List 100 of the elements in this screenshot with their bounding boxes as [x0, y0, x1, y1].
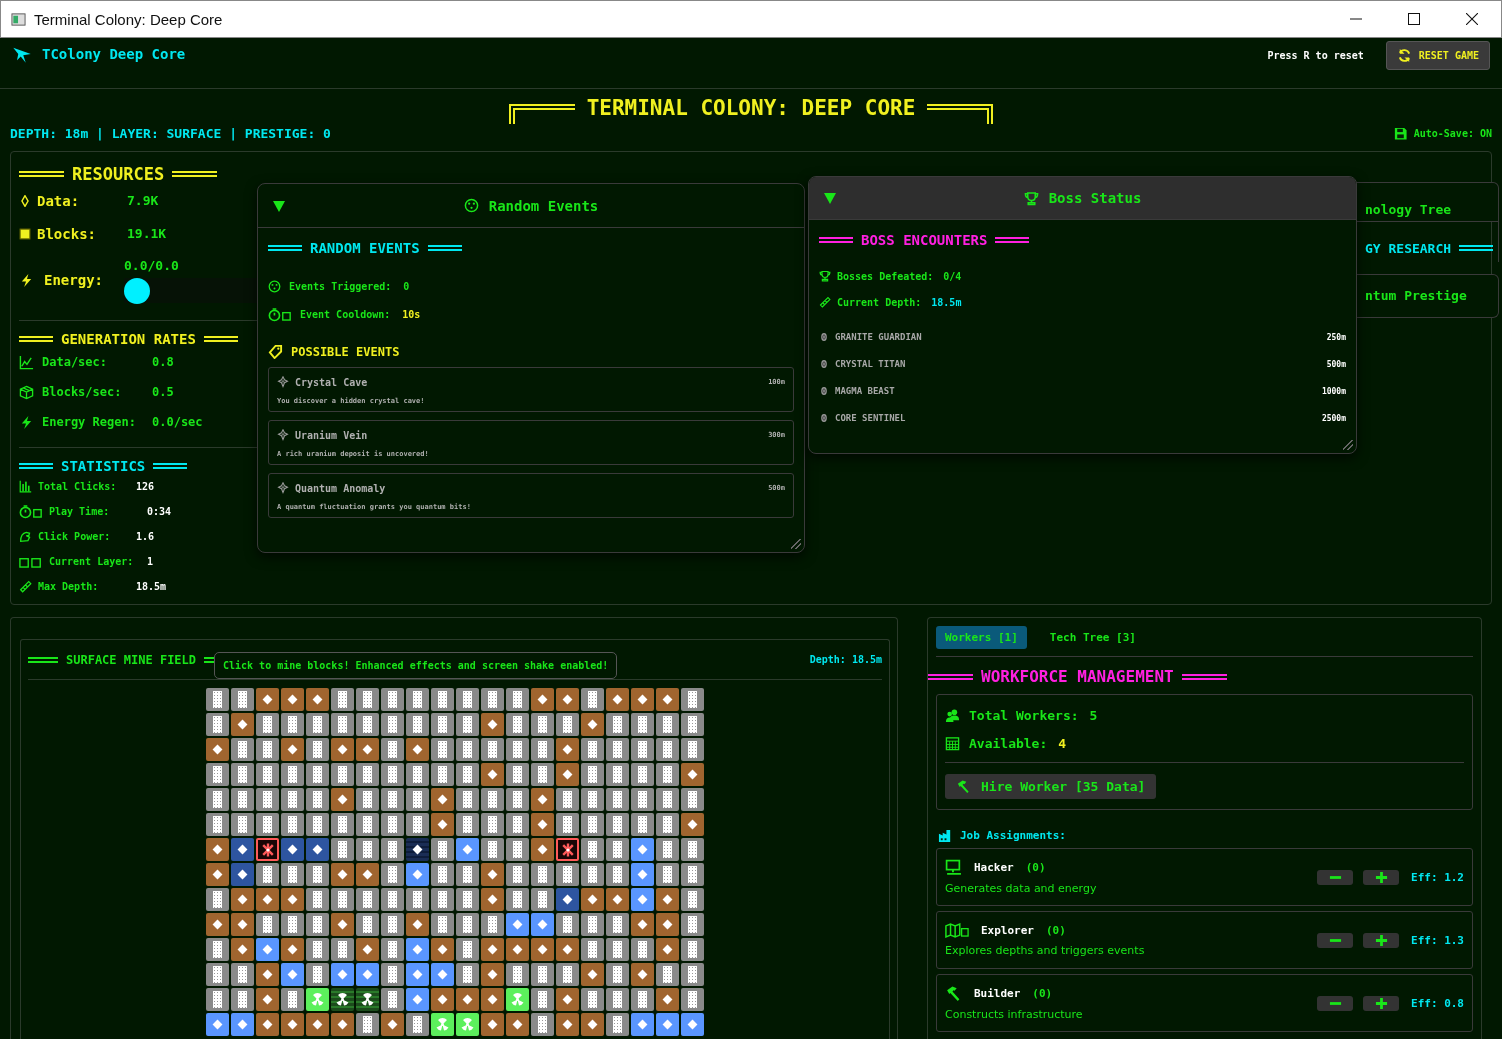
- stone-block[interactable]: [281, 788, 304, 811]
- stone-block[interactable]: [206, 888, 229, 911]
- dirt-block[interactable]: [256, 963, 279, 986]
- stone-block[interactable]: [481, 838, 504, 861]
- stone-block[interactable]: [606, 963, 629, 986]
- stone-block[interactable]: [506, 963, 529, 986]
- dirt-block[interactable]: [206, 863, 229, 886]
- stone-block[interactable]: [581, 988, 604, 1011]
- dirt-block[interactable]: [256, 888, 279, 911]
- stone-block[interactable]: [281, 763, 304, 786]
- stone-block[interactable]: [606, 813, 629, 836]
- crystal-block[interactable]: [331, 963, 354, 986]
- stone-block[interactable]: [631, 938, 654, 961]
- crystal-block[interactable]: [406, 938, 429, 961]
- stone-block[interactable]: [581, 938, 604, 961]
- stone-block[interactable]: [656, 838, 679, 861]
- stone-block[interactable]: [256, 788, 279, 811]
- dirt-block[interactable]: [606, 688, 629, 711]
- dirt-block[interactable]: [656, 988, 679, 1011]
- stone-block[interactable]: [456, 913, 479, 936]
- stone-block[interactable]: [631, 988, 654, 1011]
- stone-block[interactable]: [381, 938, 404, 961]
- stone-block[interactable]: [506, 763, 529, 786]
- stone-block[interactable]: [381, 863, 404, 886]
- stone-block[interactable]: [431, 863, 454, 886]
- stone-block[interactable]: [231, 738, 254, 761]
- stone-block[interactable]: [356, 788, 379, 811]
- stone-block[interactable]: [331, 888, 354, 911]
- stone-block[interactable]: [381, 913, 404, 936]
- stone-block[interactable]: [306, 888, 329, 911]
- stone-block[interactable]: [206, 813, 229, 836]
- stone-block[interactable]: [381, 738, 404, 761]
- crystal-block[interactable]: [356, 963, 379, 986]
- stone-block[interactable]: [506, 688, 529, 711]
- dirt-block[interactable]: [631, 688, 654, 711]
- crystal-block[interactable]: [431, 963, 454, 986]
- stone-block[interactable]: [306, 963, 329, 986]
- stone-block[interactable]: [456, 813, 479, 836]
- stone-block[interactable]: [381, 713, 404, 736]
- dirt-block[interactable]: [556, 738, 579, 761]
- stone-block[interactable]: [231, 788, 254, 811]
- stone-block[interactable]: [231, 688, 254, 711]
- resize-grip[interactable]: [791, 539, 801, 549]
- stone-block[interactable]: [581, 838, 604, 861]
- decrease-button[interactable]: [1317, 869, 1353, 885]
- stone-block[interactable]: [681, 688, 704, 711]
- dirt-block[interactable]: [556, 988, 579, 1011]
- stone-block[interactable]: [431, 688, 454, 711]
- stone-block[interactable]: [406, 688, 429, 711]
- dirt-block[interactable]: [556, 938, 579, 961]
- stone-block[interactable]: [456, 938, 479, 961]
- stone-block[interactable]: [631, 738, 654, 761]
- stone-block[interactable]: [581, 913, 604, 936]
- stone-block[interactable]: [506, 713, 529, 736]
- reset-button[interactable]: RESET GAME: [1385, 41, 1490, 70]
- stone-block[interactable]: [581, 863, 604, 886]
- dirt-block[interactable]: [531, 813, 554, 836]
- dirt-block[interactable]: [631, 963, 654, 986]
- dirt-block[interactable]: [481, 963, 504, 986]
- crystal-block[interactable]: [456, 838, 479, 861]
- stone-block[interactable]: [381, 763, 404, 786]
- stone-block[interactable]: [231, 813, 254, 836]
- dirt-block[interactable]: [231, 938, 254, 961]
- crystal-block[interactable]: [631, 888, 654, 911]
- stone-block[interactable]: [356, 763, 379, 786]
- stone-block[interactable]: [531, 888, 554, 911]
- dirt-block[interactable]: [431, 988, 454, 1011]
- stone-block[interactable]: [431, 888, 454, 911]
- stone-block[interactable]: [656, 763, 679, 786]
- crystal-block[interactable]: [406, 963, 429, 986]
- stone-block[interactable]: [206, 713, 229, 736]
- stone-block[interactable]: [606, 938, 629, 961]
- dirt-block[interactable]: [481, 1013, 504, 1036]
- dirt-block[interactable]: [556, 763, 579, 786]
- dirt-block[interactable]: [581, 963, 604, 986]
- stone-block[interactable]: [631, 788, 654, 811]
- stone-block[interactable]: [431, 763, 454, 786]
- stone-block[interactable]: [406, 813, 429, 836]
- dirt-block[interactable]: [256, 988, 279, 1011]
- stone-block[interactable]: [356, 813, 379, 836]
- stone-block[interactable]: [256, 738, 279, 761]
- stone-block[interactable]: [656, 738, 679, 761]
- dirt-block[interactable]: [531, 838, 554, 861]
- stone-block[interactable]: [256, 713, 279, 736]
- stone-block[interactable]: [431, 713, 454, 736]
- stone-block[interactable]: [431, 913, 454, 936]
- stone-block[interactable]: [256, 863, 279, 886]
- stone-block[interactable]: [206, 788, 229, 811]
- stone-block[interactable]: [456, 963, 479, 986]
- stone-block[interactable]: [356, 1013, 379, 1036]
- stone-block[interactable]: [656, 713, 679, 736]
- stone-block[interactable]: [331, 813, 354, 836]
- dirt-block[interactable]: [356, 738, 379, 761]
- stone-block[interactable]: [531, 1013, 554, 1036]
- stone-block[interactable]: [356, 688, 379, 711]
- crystal-block[interactable]: [231, 1013, 254, 1036]
- stone-block[interactable]: [456, 713, 479, 736]
- dirt-block[interactable]: [306, 688, 329, 711]
- stone-block[interactable]: [331, 838, 354, 861]
- dirt-block[interactable]: [406, 913, 429, 936]
